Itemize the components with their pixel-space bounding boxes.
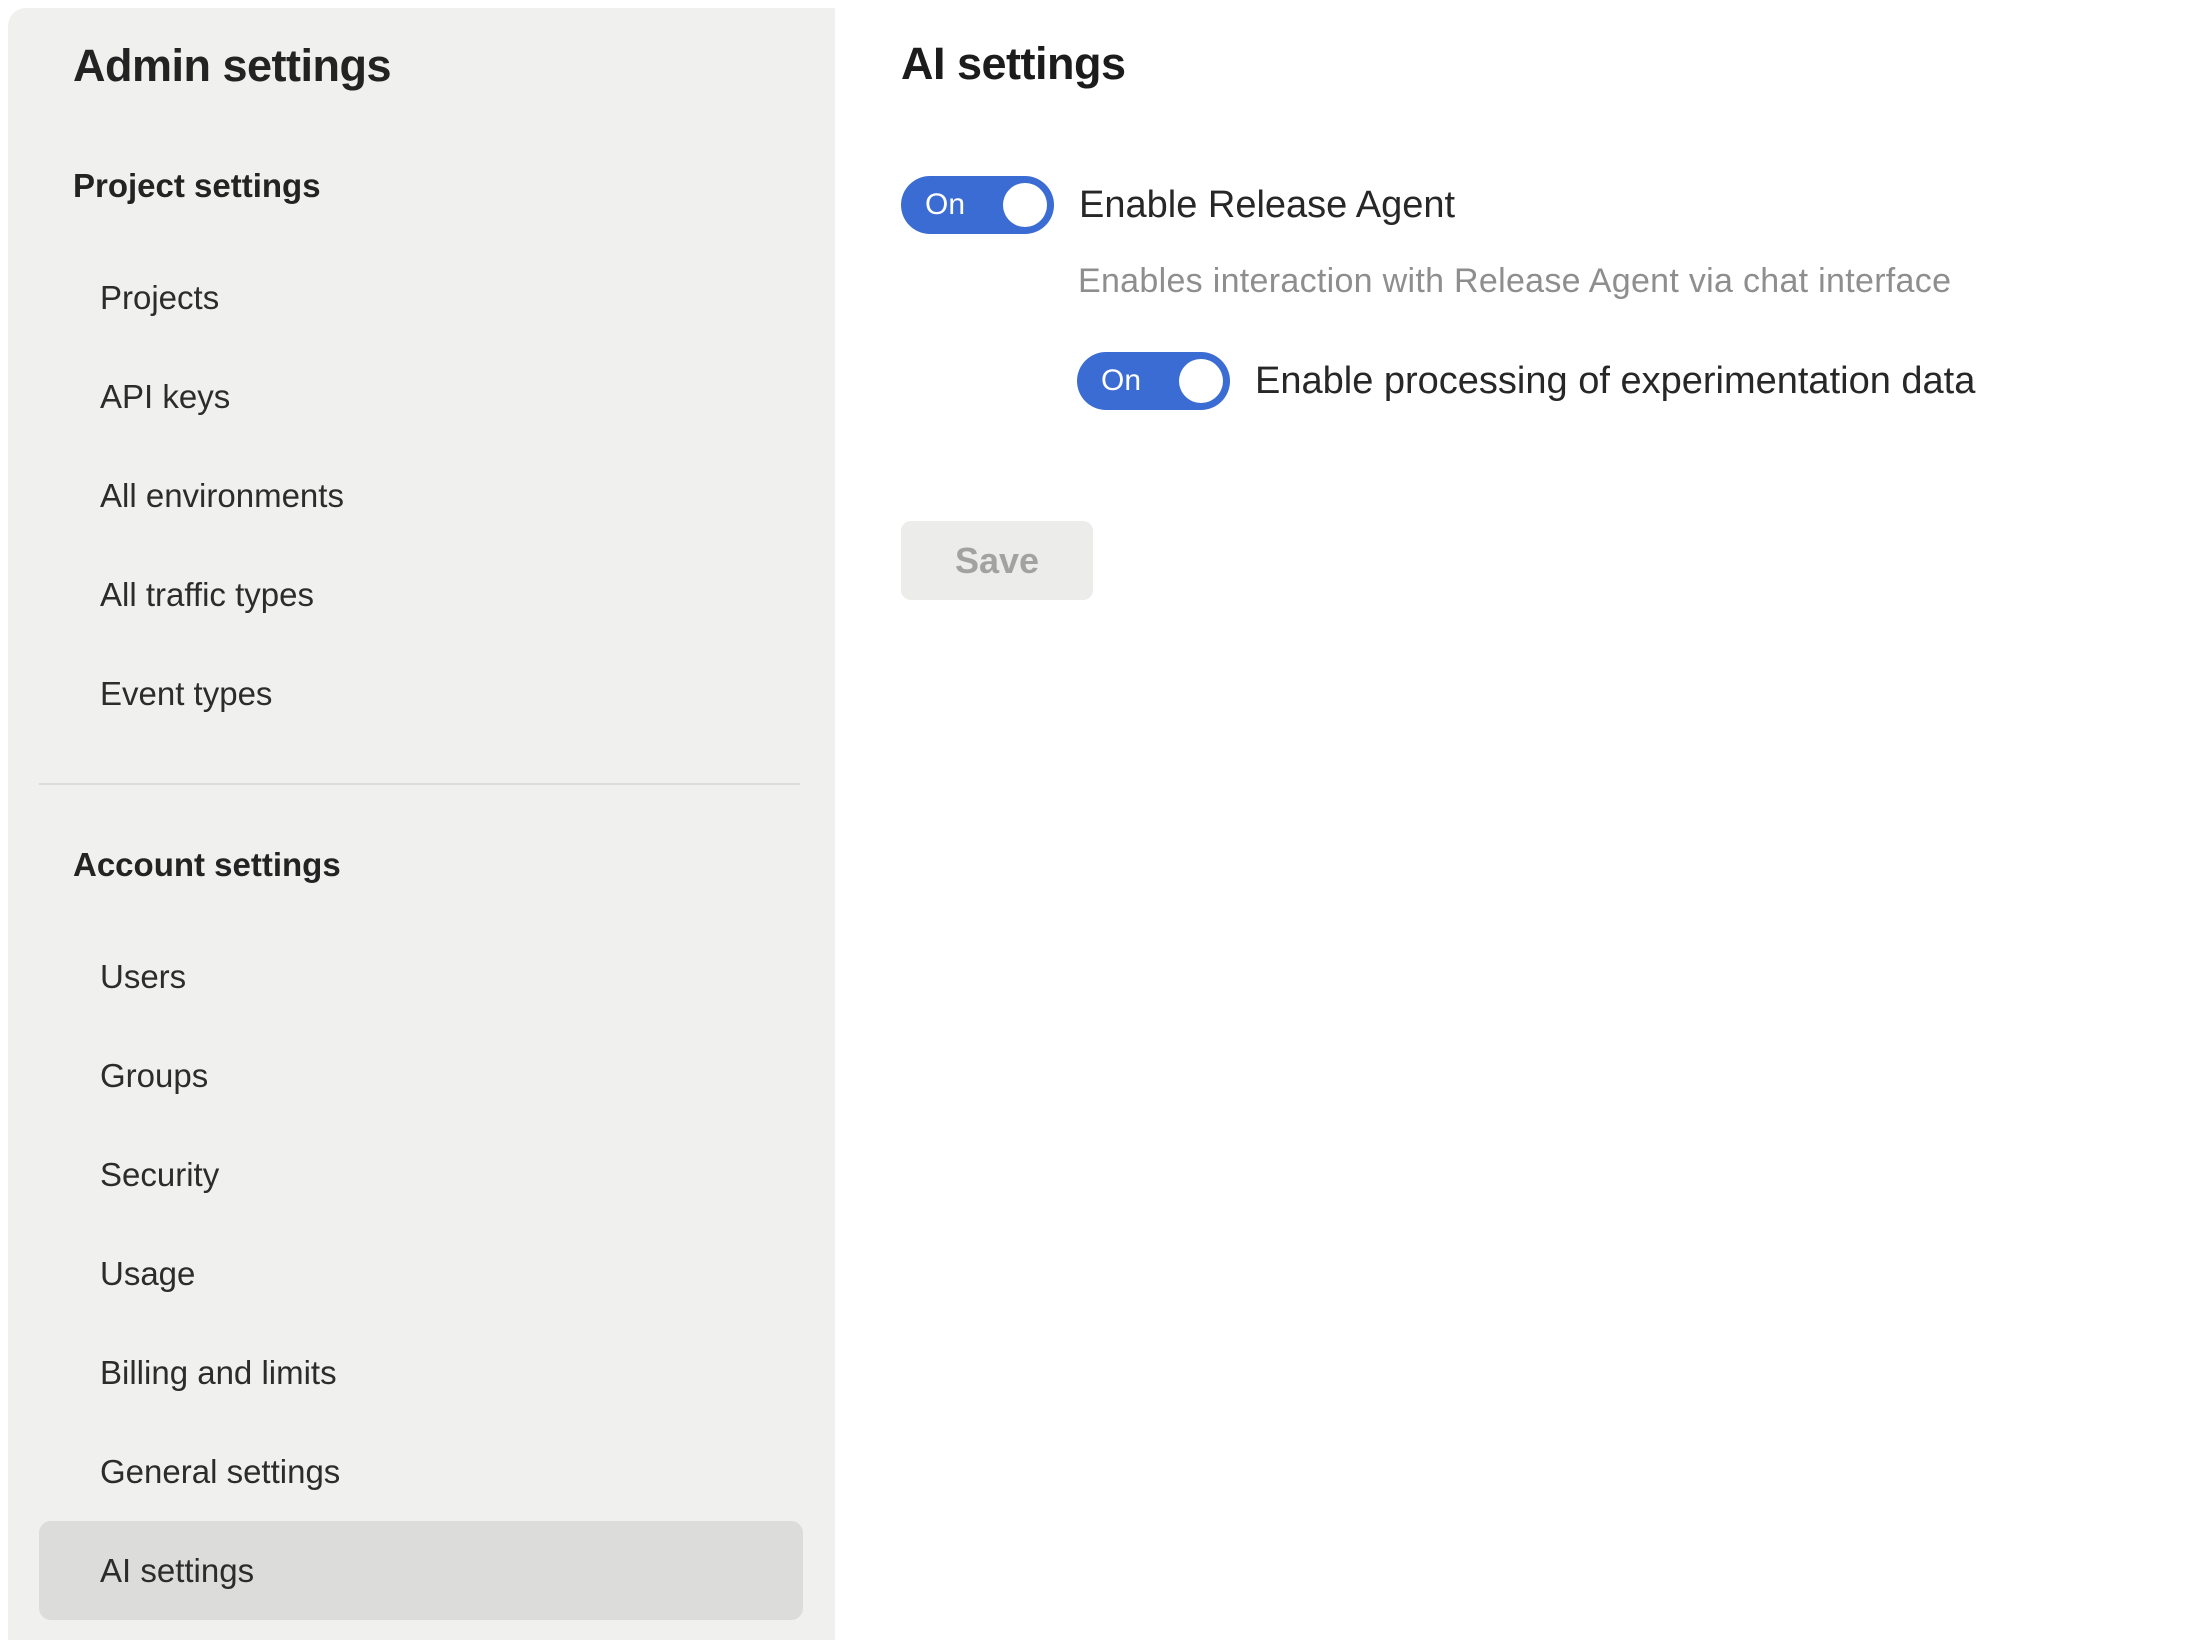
section-header-account-settings: Account settings [73, 815, 835, 914]
sidebar-item-event-types[interactable]: Event types [39, 644, 803, 743]
sidebar-item-security[interactable]: Security [39, 1125, 803, 1224]
save-button[interactable]: Save [901, 521, 1093, 600]
sidebar-item-usage[interactable]: Usage [39, 1224, 803, 1323]
toggle-state-label: On [1101, 366, 1141, 396]
section-header-project-settings: Project settings [73, 136, 835, 235]
sidebar-item-ai-settings[interactable]: AI settings [39, 1521, 803, 1620]
toggle-state-label: On [925, 190, 965, 220]
account-settings-nav: Users Groups Security Usage Billing and … [39, 927, 803, 1620]
enable-experimentation-data-toggle[interactable]: On [1077, 352, 1230, 410]
sidebar-item-general-settings[interactable]: General settings [39, 1422, 803, 1521]
toggle-knob [1179, 359, 1223, 403]
sidebar-item-groups[interactable]: Groups [39, 1026, 803, 1125]
page-title: AI settings [901, 39, 2208, 89]
sidebar-item-api-keys[interactable]: API keys [39, 347, 803, 446]
release-agent-toggle-row: On Enable Release Agent [901, 176, 2208, 234]
sidebar-title: Admin settings [73, 38, 835, 94]
project-settings-nav: Projects API keys All environments All t… [39, 248, 803, 743]
sidebar-item-all-environments[interactable]: All environments [39, 446, 803, 545]
sidebar-item-users[interactable]: Users [39, 927, 803, 1026]
sidebar-item-all-traffic-types[interactable]: All traffic types [39, 545, 803, 644]
admin-settings-sidebar: Admin settings Project settings Projects… [8, 8, 835, 1640]
enable-release-agent-toggle[interactable]: On [901, 176, 1054, 234]
sidebar-item-billing-and-limits[interactable]: Billing and limits [39, 1323, 803, 1422]
sidebar-divider [39, 783, 800, 785]
ai-settings-panel: AI settings On Enable Release Agent Enab… [835, 0, 2208, 1640]
sidebar-item-projects[interactable]: Projects [39, 248, 803, 347]
release-agent-description: Enables interaction with Release Agent v… [1078, 260, 2208, 302]
experimentation-data-toggle-label: Enable processing of experimentation dat… [1255, 360, 1975, 403]
admin-settings-page: Admin settings Project settings Projects… [0, 0, 2208, 1640]
experimentation-data-toggle-row: On Enable processing of experimentation … [1077, 352, 2208, 410]
release-agent-toggle-label: Enable Release Agent [1079, 184, 1455, 227]
toggle-knob [1003, 183, 1047, 227]
